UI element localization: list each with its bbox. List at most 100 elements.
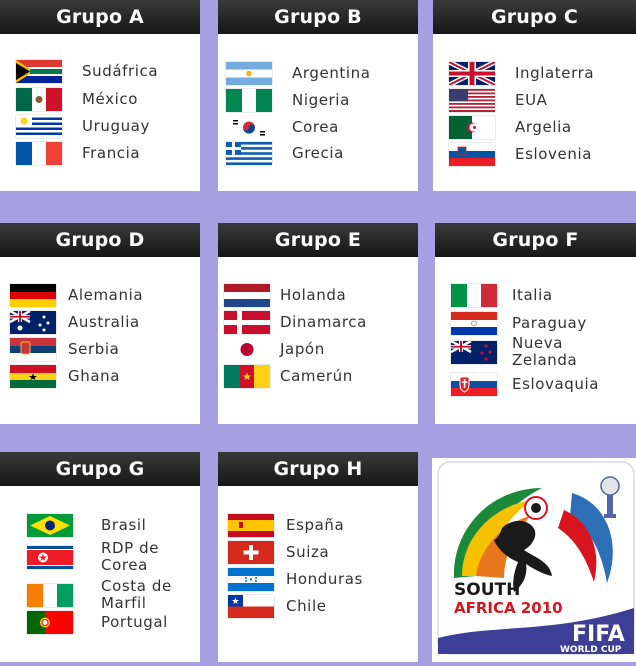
- team-row: Italia: [451, 284, 553, 307]
- team-row: Corea: [226, 116, 339, 139]
- logo-line-1: SOUTH: [454, 580, 520, 600]
- group-card-f: Grupo F Italia Paraguay Nueva Zelanda Es…: [435, 223, 636, 424]
- team-row: España: [228, 514, 344, 537]
- team-name: Eslovenia: [515, 145, 593, 163]
- team-name: RDP de Corea: [101, 539, 160, 574]
- chile-flag: [228, 595, 274, 618]
- team-row: Honduras: [228, 568, 363, 591]
- group-title: Grupo E: [218, 223, 418, 257]
- team-name: Inglaterra: [515, 64, 595, 82]
- team-name: Australia: [68, 313, 140, 331]
- group-title: Grupo D: [0, 223, 200, 257]
- serbia-flag: [10, 338, 56, 361]
- brazil-flag: [27, 514, 73, 537]
- team-name: Japón: [280, 340, 325, 358]
- team-name: Uruguay: [82, 117, 150, 135]
- team-row: RDP de Corea: [27, 540, 191, 574]
- team-name: Holanda: [280, 286, 347, 304]
- greece-flag: [226, 142, 272, 165]
- group-card-c: Grupo C Inglaterra EUA Argelia Eslovenia: [433, 0, 636, 191]
- honduras-flag: [228, 568, 274, 591]
- team-name: Sudáfrica: [82, 62, 159, 80]
- team-row: Argelia: [449, 116, 572, 139]
- team-row: Francia: [16, 142, 140, 165]
- team-row: Japón: [224, 338, 325, 361]
- group-card-h: Grupo H España Suiza Honduras Chile: [218, 452, 418, 662]
- team-name: Francia: [82, 144, 141, 162]
- group-title: Grupo B: [218, 0, 418, 34]
- korea-flag: [226, 116, 272, 139]
- team-row: Grecia: [226, 142, 344, 165]
- portugal-flag: [27, 611, 73, 634]
- team-name: Dinamarca: [280, 313, 367, 331]
- group-title: Grupo A: [0, 0, 200, 34]
- group-title: Grupo F: [435, 223, 636, 257]
- world-cup-emblem: SOUTH AFRICA 2010 FIFA WORLD CUP: [437, 461, 635, 655]
- team-row: Holanda: [224, 284, 346, 307]
- algeria-flag: [449, 116, 495, 139]
- team-name: Grecia: [292, 144, 344, 162]
- team-row: Argentina: [226, 62, 371, 85]
- team-row: Paraguay: [451, 312, 587, 335]
- team-row: Nigeria: [226, 89, 350, 112]
- team-row: Serbia: [10, 338, 119, 361]
- team-name: Serbia: [68, 340, 120, 358]
- team-row: Uruguay: [16, 115, 150, 138]
- team-row: México: [16, 88, 138, 111]
- mexico-flag: [16, 88, 62, 111]
- slovenia-flag: [449, 143, 495, 166]
- team-row: Australia: [10, 311, 140, 334]
- netherlands-flag: [224, 284, 270, 307]
- uruguay-flag: [16, 115, 62, 138]
- team-name: Chile: [286, 597, 327, 615]
- group-title: Grupo H: [218, 452, 418, 486]
- team-row: Camerún: [224, 365, 353, 388]
- australia-flag: [10, 311, 56, 334]
- team-name: Portugal: [101, 613, 168, 631]
- team-name: Alemania: [68, 286, 144, 304]
- italy-flag: [451, 284, 497, 307]
- north-korea-flag: [27, 545, 73, 569]
- team-row: Chile: [228, 595, 327, 618]
- team-row: Inglaterra: [449, 62, 594, 85]
- group-card-g: Grupo G Brasil RDP de Corea Costa de Mar…: [0, 452, 200, 662]
- germany-flag: [10, 284, 56, 307]
- usa-flag: [449, 89, 495, 112]
- spain-flag: [228, 514, 274, 537]
- team-name: Argelia: [515, 118, 572, 136]
- england-flag: [449, 62, 495, 85]
- team-row: Suiza: [228, 541, 329, 564]
- group-title: Grupo G: [0, 452, 200, 486]
- team-name: Corea: [292, 118, 339, 136]
- team-row: Nueva Zelanda: [451, 335, 612, 369]
- team-name: Paraguay: [512, 314, 587, 332]
- switzerland-flag: [228, 541, 274, 564]
- fifa-label: FIFA: [572, 622, 625, 647]
- group-card-d: Grupo D Alemania Australia Serbia Ghana: [0, 223, 200, 424]
- cameroon-flag: [224, 365, 270, 388]
- team-name: EUA: [515, 91, 548, 109]
- team-name: Ghana: [68, 367, 121, 385]
- team-name: Italia: [512, 286, 553, 304]
- ivory-coast-flag: [27, 583, 73, 607]
- group-card-b: Grupo B Argentina Nigeria Corea Grecia: [218, 0, 418, 191]
- team-name: Brasil: [101, 516, 147, 534]
- team-row: Dinamarca: [224, 311, 367, 334]
- team-row: Alemania: [10, 284, 143, 307]
- group-card-a: Grupo A Sudáfrica México Uruguay Francia: [0, 0, 200, 191]
- team-name: Argentina: [292, 64, 371, 82]
- team-row: Brasil: [27, 514, 146, 537]
- south-africa-flag: [16, 60, 62, 83]
- japan-flag: [224, 338, 270, 361]
- team-row: Portugal: [27, 611, 168, 634]
- paraguay-flag: [451, 312, 497, 335]
- team-row: Eslovaquia: [451, 373, 599, 396]
- logo-line-2: AFRICA 2010: [454, 599, 563, 617]
- slovakia-flag: [451, 373, 497, 396]
- group-title: Grupo C: [433, 0, 636, 34]
- team-row: EUA: [449, 89, 548, 112]
- france-flag: [16, 142, 62, 165]
- nigeria-flag: [226, 89, 272, 112]
- new-zealand-flag: [451, 340, 497, 364]
- team-name: Costa de Marfil: [101, 577, 172, 612]
